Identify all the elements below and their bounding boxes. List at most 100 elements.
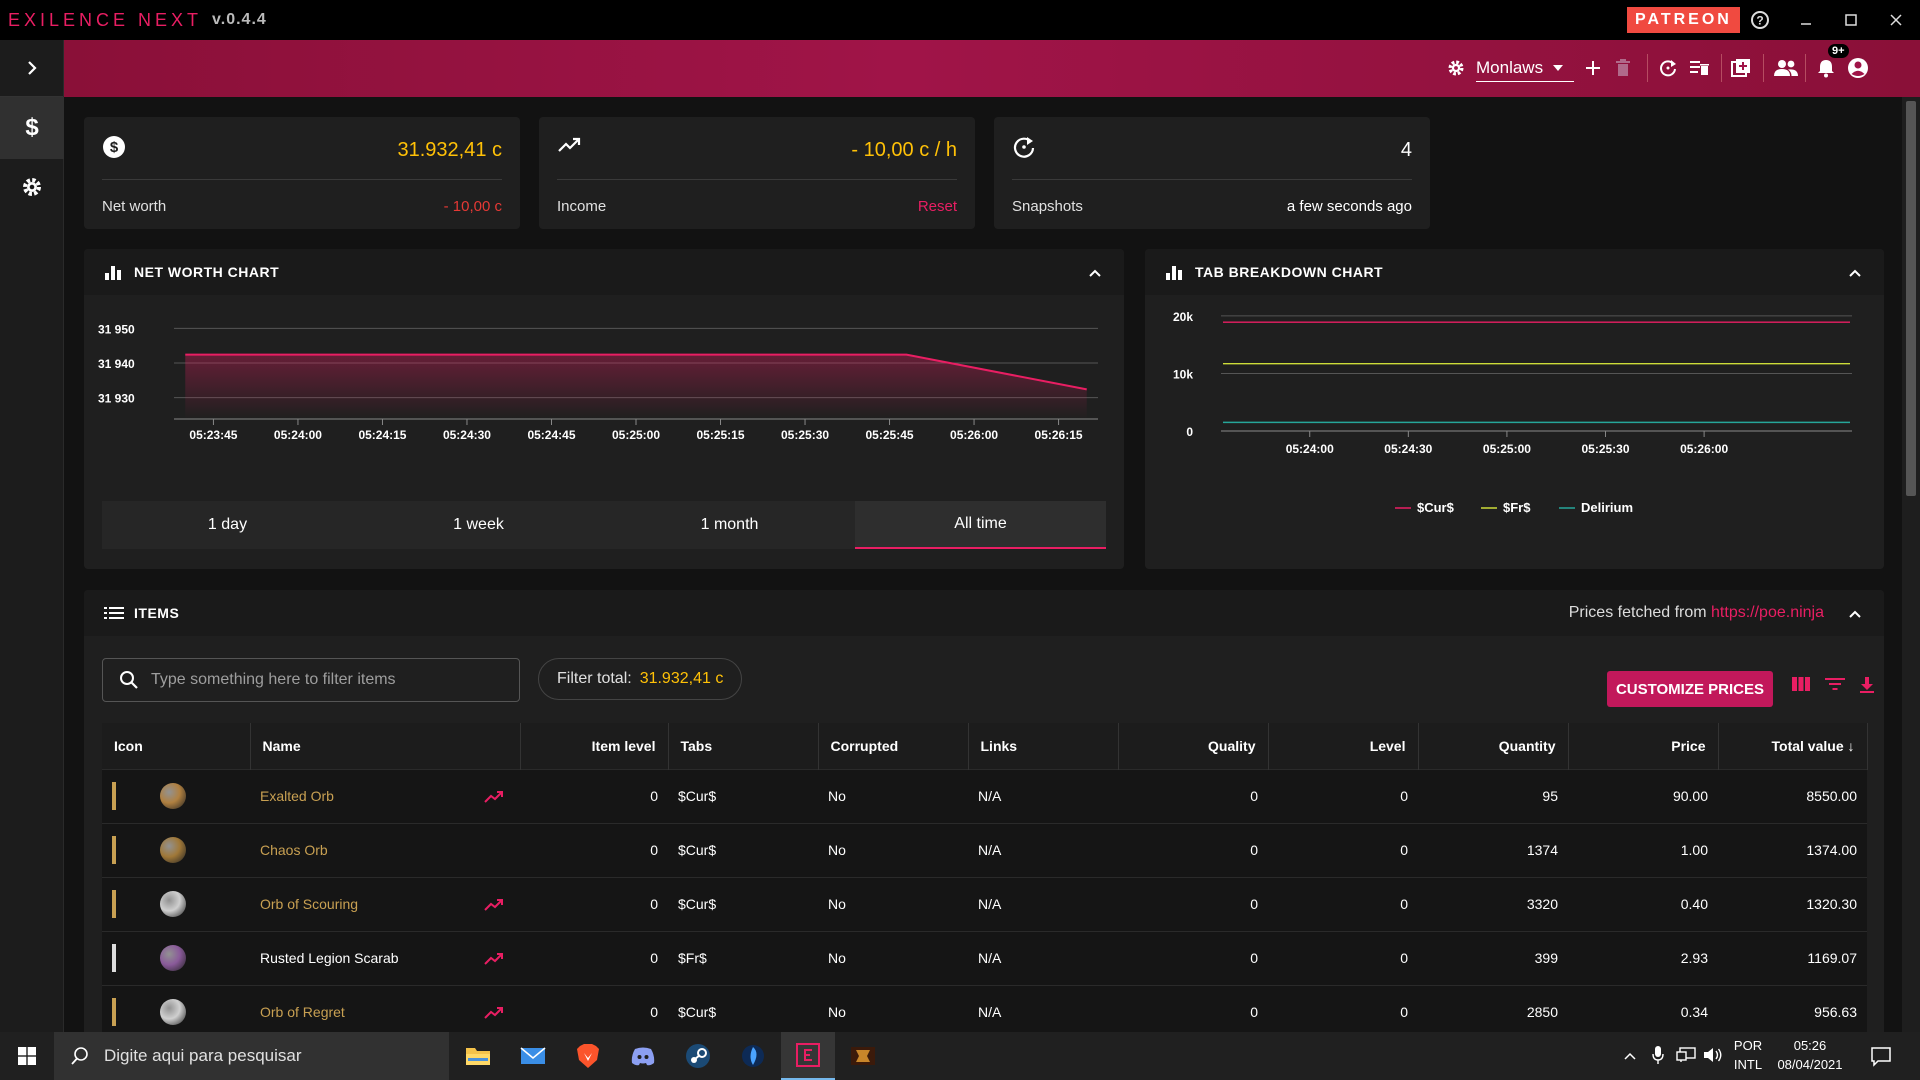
filter-total-label: Filter total: bbox=[557, 670, 632, 687]
column-header-item-level[interactable]: Item level bbox=[520, 723, 669, 769]
main-scrollbar[interactable] bbox=[1902, 97, 1920, 1032]
x-tick-label: 05:25:45 bbox=[866, 428, 914, 442]
price-trend-icon[interactable] bbox=[484, 1006, 504, 1023]
column-header-corrupted[interactable]: Corrupted bbox=[818, 723, 969, 769]
range-1-month[interactable]: 1 month bbox=[604, 501, 855, 549]
add-snapshot-icon[interactable] bbox=[1731, 54, 1751, 82]
delete-profile-icon[interactable] bbox=[1615, 54, 1631, 82]
income-card: - 10,00 c / h Income Reset bbox=[539, 117, 975, 229]
clock[interactable]: 05:26 08/04/2021 bbox=[1768, 1038, 1852, 1072]
reset-income-link[interactable]: Reset bbox=[918, 198, 957, 215]
add-profile-icon[interactable] bbox=[1584, 54, 1602, 82]
app-launcher-icon[interactable] bbox=[726, 1032, 780, 1080]
collapse-icon[interactable] bbox=[1088, 265, 1102, 283]
cell-quantity: 1374 bbox=[1418, 822, 1568, 877]
table-row[interactable]: Orb of Scouring 0 $Cur$ No N/A 0 0 3320 0.40 1320… bbox=[102, 876, 1867, 931]
column-header-quality[interactable]: Quality bbox=[1118, 723, 1269, 769]
rarity-bar bbox=[112, 944, 116, 972]
notifications-button[interactable]: 9+ bbox=[1816, 44, 1849, 82]
column-header-name[interactable]: Name bbox=[250, 723, 521, 769]
item-name[interactable]: Exalted Orb bbox=[260, 788, 334, 804]
poe-ninja-link[interactable]: https://poe.ninja bbox=[1711, 604, 1824, 621]
price-trend-icon[interactable] bbox=[484, 952, 504, 969]
column-header-tabs[interactable]: Tabs bbox=[668, 723, 819, 769]
profile-settings-icon[interactable] bbox=[1446, 54, 1466, 82]
network-icon[interactable] bbox=[1676, 1047, 1696, 1068]
filter-list-icon[interactable] bbox=[1825, 676, 1845, 697]
cell-tabs: $Cur$ bbox=[668, 768, 818, 823]
language-indicator[interactable]: POR INTL bbox=[1730, 1038, 1766, 1072]
table-row[interactable]: Orb of Regret 0 $Cur$ No N/A 0 0 2850 0.34 956.63 bbox=[102, 984, 1867, 1032]
item-name[interactable]: Chaos Orb bbox=[260, 842, 328, 858]
price-trend-icon[interactable] bbox=[484, 898, 504, 915]
microphone-icon[interactable] bbox=[1652, 1045, 1664, 1070]
path-of-exile-icon[interactable] bbox=[836, 1032, 890, 1080]
x-tick-label: 05:26:00 bbox=[950, 428, 998, 442]
sidebar-expand-button[interactable] bbox=[0, 40, 64, 96]
close-icon[interactable] bbox=[1884, 8, 1908, 32]
column-header-level[interactable]: Level bbox=[1268, 723, 1419, 769]
volume-icon[interactable] bbox=[1703, 1047, 1723, 1068]
help-icon[interactable]: ? bbox=[1748, 8, 1772, 32]
price-trend-icon[interactable] bbox=[484, 790, 504, 807]
maximize-icon[interactable] bbox=[1839, 8, 1863, 32]
cell-links: N/A bbox=[968, 822, 1118, 877]
customize-prices-button[interactable]: CUSTOMIZE PRICES bbox=[1607, 671, 1773, 707]
group-icon[interactable] bbox=[1774, 54, 1798, 82]
mail-icon[interactable] bbox=[506, 1032, 560, 1080]
patreon-button[interactable]: PATREON bbox=[1627, 7, 1740, 33]
notification-center-icon[interactable] bbox=[1870, 1045, 1892, 1072]
collapse-icon[interactable] bbox=[1848, 265, 1862, 283]
column-header-icon[interactable]: Icon bbox=[102, 723, 251, 769]
range-1-week[interactable]: 1 week bbox=[353, 501, 604, 549]
table-row[interactable]: Chaos Orb 0 $Cur$ No N/A 0 0 1374 1.00 1374.00 bbox=[102, 822, 1867, 877]
income-label: Income bbox=[557, 198, 607, 215]
column-header-quantity[interactable]: Quantity bbox=[1418, 723, 1569, 769]
taskbar-search-box[interactable]: Digite aqui para pesquisar bbox=[54, 1032, 449, 1080]
item-name[interactable]: Orb of Scouring bbox=[260, 896, 358, 912]
cell-level: 0 bbox=[1268, 984, 1418, 1032]
show-hidden-icons-icon[interactable] bbox=[1623, 1048, 1637, 1066]
caret-down-icon bbox=[1553, 64, 1564, 71]
sidebar-item-net-worth[interactable]: $ bbox=[0, 97, 64, 159]
columns-icon[interactable] bbox=[1791, 676, 1811, 697]
scrollbar-thumb[interactable] bbox=[1906, 101, 1916, 496]
discord-icon[interactable] bbox=[616, 1032, 670, 1080]
x-tick-label: 05:24:15 bbox=[358, 428, 406, 442]
table-row[interactable]: Rusted Legion Scarab 0 $Fr$ No N/A 0 0 399 2.93 1… bbox=[102, 930, 1867, 985]
column-header-links[interactable]: Links bbox=[968, 723, 1119, 769]
cell-quality: 0 bbox=[1118, 768, 1268, 823]
y-tick-label: 31 940 bbox=[98, 357, 135, 371]
range-1-day[interactable]: 1 day bbox=[102, 501, 353, 549]
appbar-divider bbox=[1763, 54, 1764, 82]
account-icon[interactable] bbox=[1847, 54, 1869, 82]
profile-name: Monlaws bbox=[1476, 57, 1544, 77]
keyboard-layout: INTL bbox=[1733, 1057, 1763, 1072]
refresh-icon[interactable] bbox=[1658, 54, 1678, 82]
column-header-total-value[interactable]: Total value ↓ bbox=[1718, 723, 1868, 769]
currency-item-icon bbox=[160, 837, 186, 863]
collapse-icon[interactable] bbox=[1848, 606, 1862, 624]
bar-chart-icon bbox=[1165, 264, 1183, 285]
range-all-time[interactable]: All time bbox=[855, 501, 1106, 549]
minimize-icon[interactable] bbox=[1794, 8, 1818, 32]
sort-arrow-down-icon: ↓ bbox=[1847, 737, 1855, 754]
column-header-price[interactable]: Price bbox=[1568, 723, 1719, 769]
item-name[interactable]: Orb of Regret bbox=[260, 1004, 345, 1020]
file-explorer-icon[interactable] bbox=[451, 1032, 505, 1080]
download-icon[interactable] bbox=[1858, 676, 1876, 699]
table-row[interactable]: Exalted Orb 0 $Cur$ No N/A 0 0 95 90.00 8550.00 bbox=[102, 768, 1867, 823]
cell-tabs: $Cur$ bbox=[668, 984, 818, 1032]
items-panel: ITEMS Prices fetched from https://poe.ni… bbox=[84, 590, 1884, 1032]
sidebar-item-settings[interactable] bbox=[0, 159, 64, 215]
x-tick-label: 05:25:30 bbox=[1581, 442, 1629, 456]
brave-browser-icon[interactable] bbox=[561, 1032, 615, 1080]
item-name[interactable]: Rusted Legion Scarab bbox=[260, 950, 399, 966]
clear-snapshots-icon[interactable] bbox=[1688, 54, 1710, 82]
profile-select[interactable]: Monlaws bbox=[1476, 54, 1574, 82]
windows-start-icon[interactable] bbox=[0, 1032, 54, 1080]
exilence-taskbar-icon[interactable] bbox=[781, 1032, 835, 1080]
steam-icon[interactable] bbox=[671, 1032, 725, 1080]
search-placeholder: Type something here to filter items bbox=[151, 671, 396, 688]
item-filter-input[interactable]: Type something here to filter items bbox=[102, 658, 520, 702]
